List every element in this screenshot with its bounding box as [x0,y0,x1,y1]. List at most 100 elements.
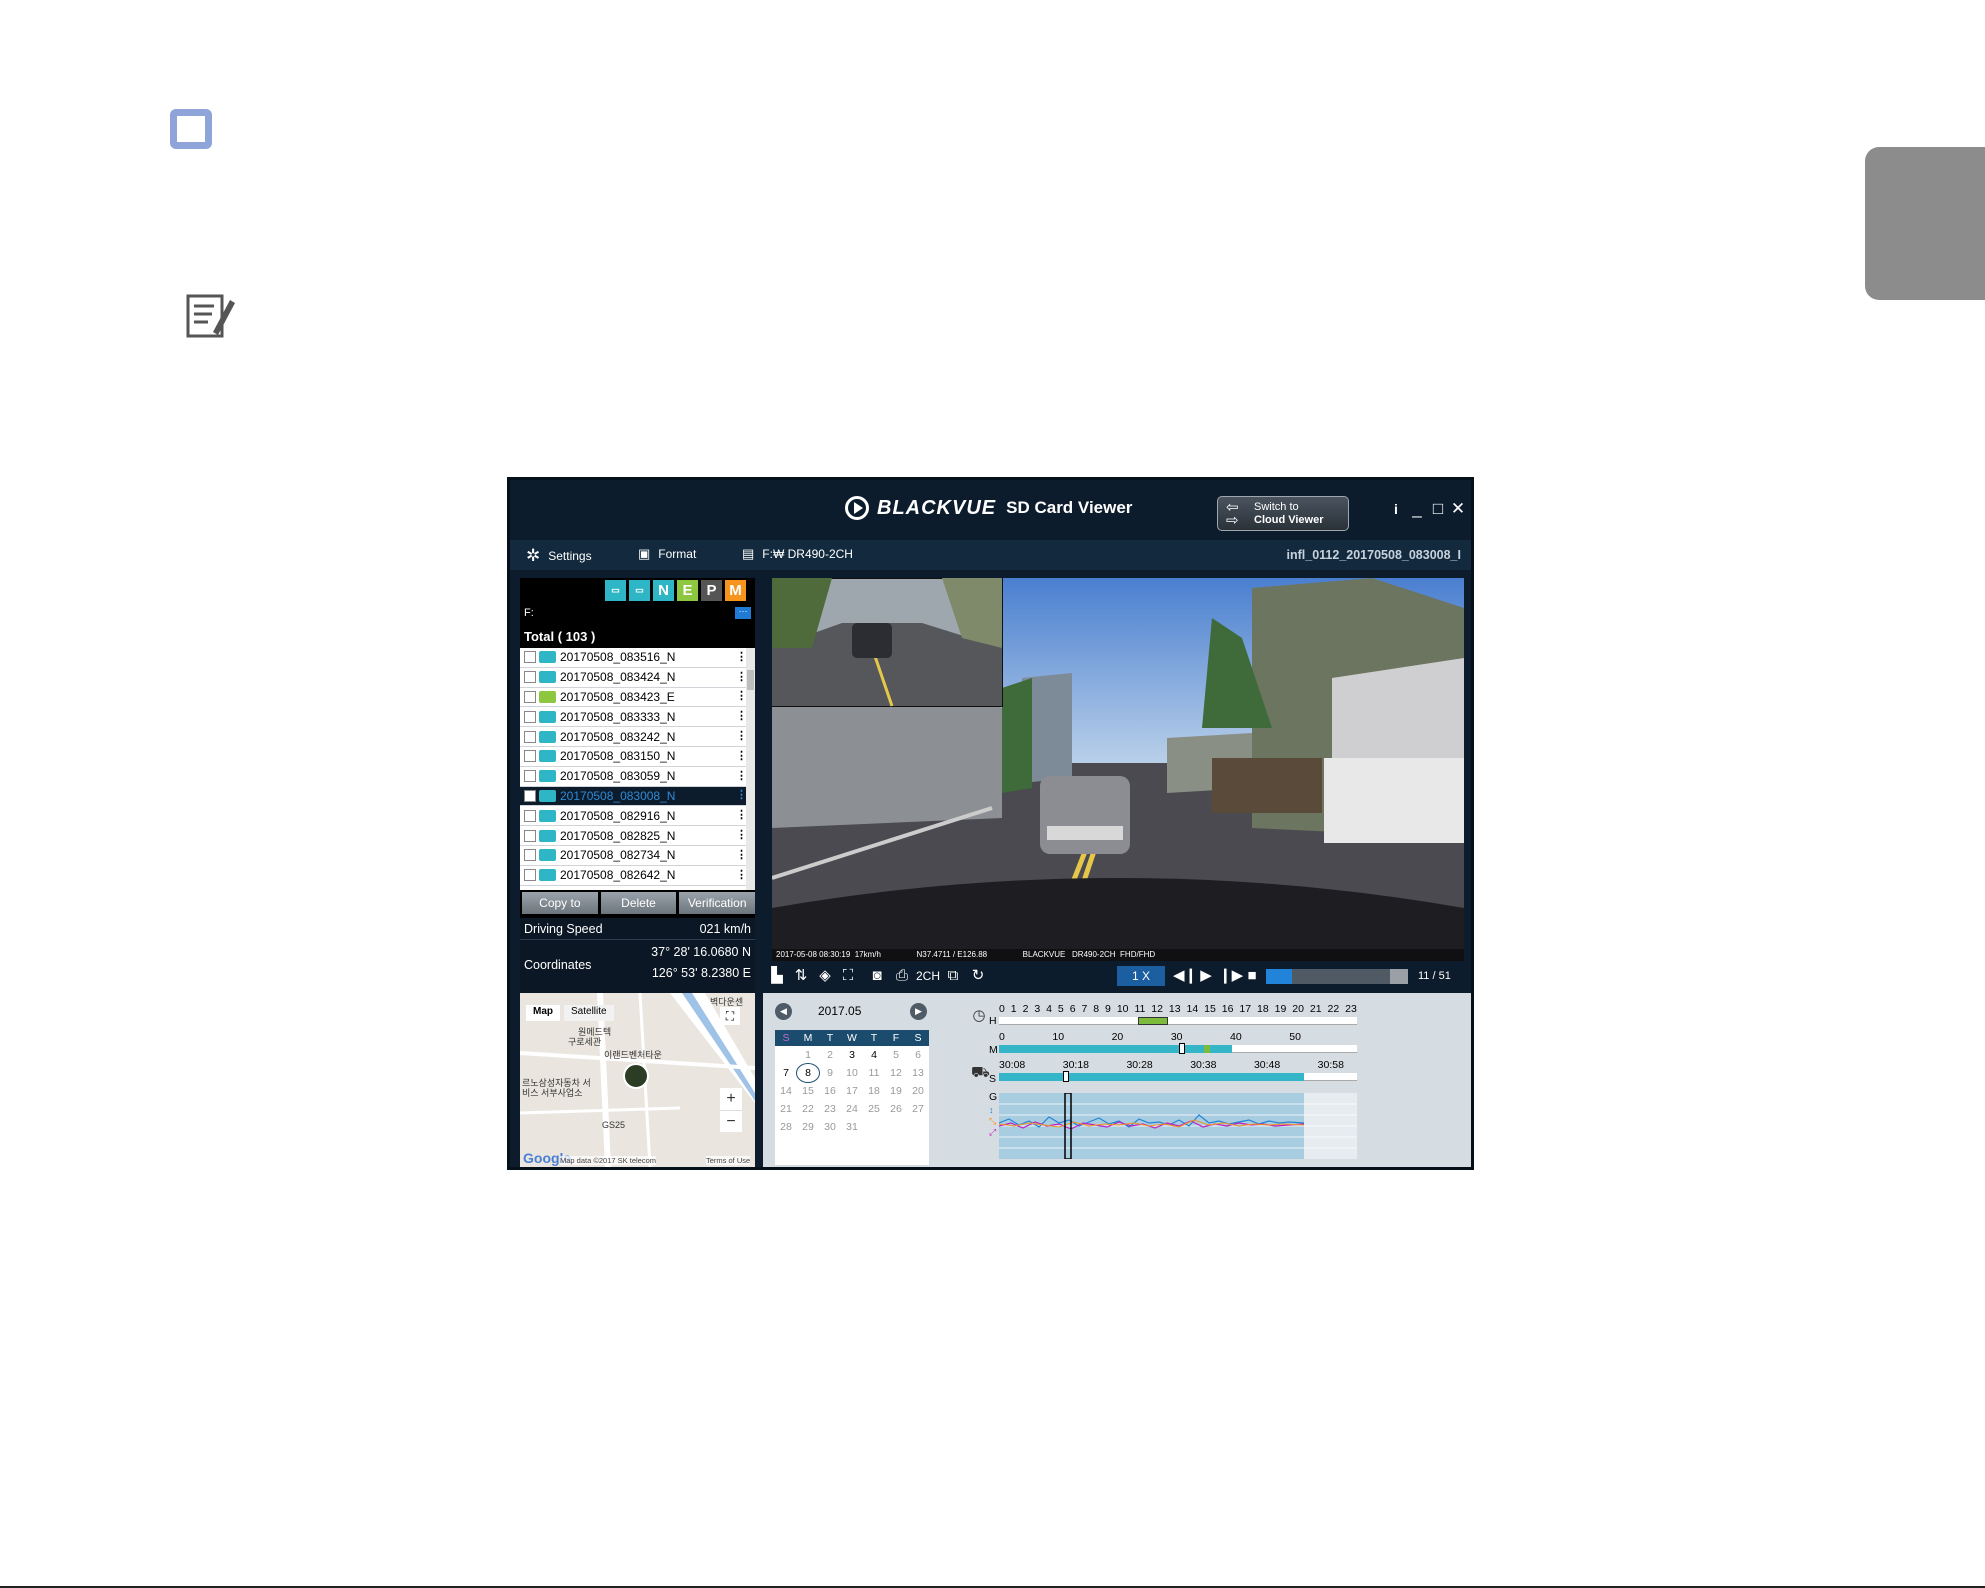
hour-bar[interactable] [999,1017,1357,1025]
calendar-day[interactable]: 20 [907,1082,929,1100]
file-checkbox[interactable] [524,770,536,783]
play-icon[interactable]: ▶ [1196,966,1216,986]
settings-menu[interactable]: ✲ Settings [526,546,592,566]
next-month-button[interactable]: ▶ [910,1003,927,1020]
file-options-icon[interactable]: ⋮ [736,691,747,702]
rotate-icon[interactable]: ⇅ [791,966,811,986]
playback-speed-button[interactable]: 1 X [1117,966,1165,986]
filter-event[interactable]: E [677,580,698,601]
file-list-scrollbar[interactable] [746,648,755,890]
file-row[interactable]: 20170508_083008_N ⋮ [520,786,747,807]
replay-icon[interactable]: ↻ [968,966,988,986]
channel-toggle[interactable]: 2CH [915,966,941,986]
previous-icon[interactable]: ◀❙ [1173,966,1197,986]
file-checkbox[interactable] [524,789,536,802]
filter-parking[interactable]: P [701,580,722,601]
file-row[interactable]: 20170508_082642_N ⋮ [520,866,747,886]
switch-to-cloud-viewer-button[interactable]: ⇦ ⇨ Switch to Cloud Viewer [1217,496,1349,531]
file-row[interactable]: 20170508_083516_N ⋮ [520,648,747,668]
filter-normal[interactable]: N [653,580,674,601]
file-row[interactable]: 20170508_083424_N ⋮ [520,668,747,688]
playback-progress-bar[interactable] [1266,969,1408,984]
calendar-day[interactable]: 1 [797,1046,819,1064]
calendar-day[interactable]: 19 [885,1082,907,1100]
calendar-day[interactable]: 12 [885,1064,907,1082]
calendar-day[interactable]: 16 [819,1082,841,1100]
file-checkbox[interactable] [524,730,536,743]
satellite-tab[interactable]: Satellite [564,1005,614,1021]
file-row[interactable]: 20170508_082734_N ⋮ [520,846,747,866]
file-options-icon[interactable]: ⋮ [736,711,747,722]
calendar-day[interactable]: 26 [885,1100,907,1118]
prev-month-button[interactable]: ◀ [775,1003,792,1020]
calendar-day[interactable]: 18 [863,1082,885,1100]
minimize-button[interactable]: _ [1407,498,1427,520]
mirror-icon[interactable]: ◈ [815,966,835,986]
file-options-icon[interactable]: ⋮ [736,849,747,861]
close-button[interactable]: ✕ [1448,498,1468,520]
file-options-icon[interactable]: ⋮ [736,790,747,801]
calendar-day[interactable]: 27 [907,1100,929,1118]
calendar-day[interactable]: 3 [841,1046,863,1064]
front-camera-filter-icon[interactable]: ▭ [605,580,626,601]
calendar-day[interactable]: 17 [841,1082,863,1100]
copy-to-button[interactable]: Copy to [522,892,598,914]
calendar-day[interactable]: 25 [863,1100,885,1118]
calendar-day[interactable]: 29 [797,1118,819,1136]
calendar-day[interactable]: 2 [819,1046,841,1064]
file-checkbox[interactable] [524,710,536,723]
file-options-icon[interactable]: ⋮ [736,810,747,821]
calendar-day[interactable]: 31 [841,1118,863,1136]
file-checkbox[interactable] [524,690,536,703]
file-checkbox[interactable] [524,671,536,684]
fullscreen-icon[interactable]: ⛶ [720,1007,740,1025]
terms-link[interactable]: Terms of Use [706,1156,751,1165]
file-row[interactable]: 20170508_083150_N ⋮ [520,747,747,767]
file-row[interactable]: 20170508_083333_N ⋮ [520,707,747,728]
calendar-day[interactable]: 22 [797,1100,819,1118]
browse-button[interactable]: ··· [735,607,751,619]
drive-menu[interactable]: ▤ F:₩ DR490-2CH [742,546,853,562]
zoom-out-button[interactable]: − [720,1110,742,1132]
calendar-day[interactable]: 6 [907,1046,929,1064]
file-options-icon[interactable]: ⋮ [736,671,747,683]
filter-manual[interactable]: M [725,580,746,601]
file-options-icon[interactable]: ⋮ [736,651,747,663]
calendar-day[interactable]: 10 [841,1064,863,1082]
map-view[interactable]: Map Satellite ⛶ 원메드텍 구로세관 이랜드벤처타운 르노삼성자동… [520,993,755,1167]
format-menu[interactable]: ▣ Format [638,546,696,562]
second-bar[interactable] [999,1071,1357,1082]
second-cursor[interactable] [1063,1071,1069,1082]
scrollbar-thumb[interactable] [747,670,754,690]
rear-camera-filter-icon[interactable]: ▭ [629,580,650,601]
file-checkbox[interactable] [524,849,536,862]
calendar-day[interactable]: 15 [797,1082,819,1100]
verification-button[interactable]: Verification [679,892,756,914]
calendar-day[interactable]: 4 [863,1046,885,1064]
calendar-day[interactable]: 11 [863,1064,885,1082]
file-options-icon[interactable]: ⋮ [736,830,747,841]
calendar-day[interactable]: 13 [907,1064,929,1082]
calendar-day[interactable]: 24 [841,1100,863,1118]
calendar-day[interactable]: 21 [775,1100,797,1118]
minute-cursor[interactable] [1179,1043,1185,1054]
calendar-day[interactable]: 28 [775,1118,797,1136]
calendar-day[interactable]: 5 [885,1046,907,1064]
next-icon[interactable]: ❙▶ [1219,966,1243,986]
file-row[interactable]: 20170508_082825_N ⋮ [520,826,747,846]
calendar-day[interactable]: 9 [819,1064,841,1082]
file-options-icon[interactable]: ⋮ [736,750,747,762]
map-tab[interactable]: Map [526,1005,560,1021]
calendar-day[interactable]: 30 [819,1118,841,1136]
file-row[interactable]: 20170508_083059_N ⋮ [520,767,747,787]
file-checkbox[interactable] [524,809,536,822]
file-row[interactable]: 20170508_083242_N ⋮ [520,727,747,747]
file-checkbox[interactable] [524,750,536,763]
stop-icon[interactable]: ■ [1242,966,1262,986]
video-player[interactable]: 2017-05-08 08:30:19 17km/h N37.4711 / E1… [772,578,1464,961]
file-checkbox[interactable] [524,651,536,664]
file-checkbox[interactable] [524,869,536,882]
file-options-icon[interactable]: ⋮ [736,770,747,782]
file-options-icon[interactable]: ⋮ [736,731,747,742]
info-button[interactable]: i [1386,498,1406,520]
